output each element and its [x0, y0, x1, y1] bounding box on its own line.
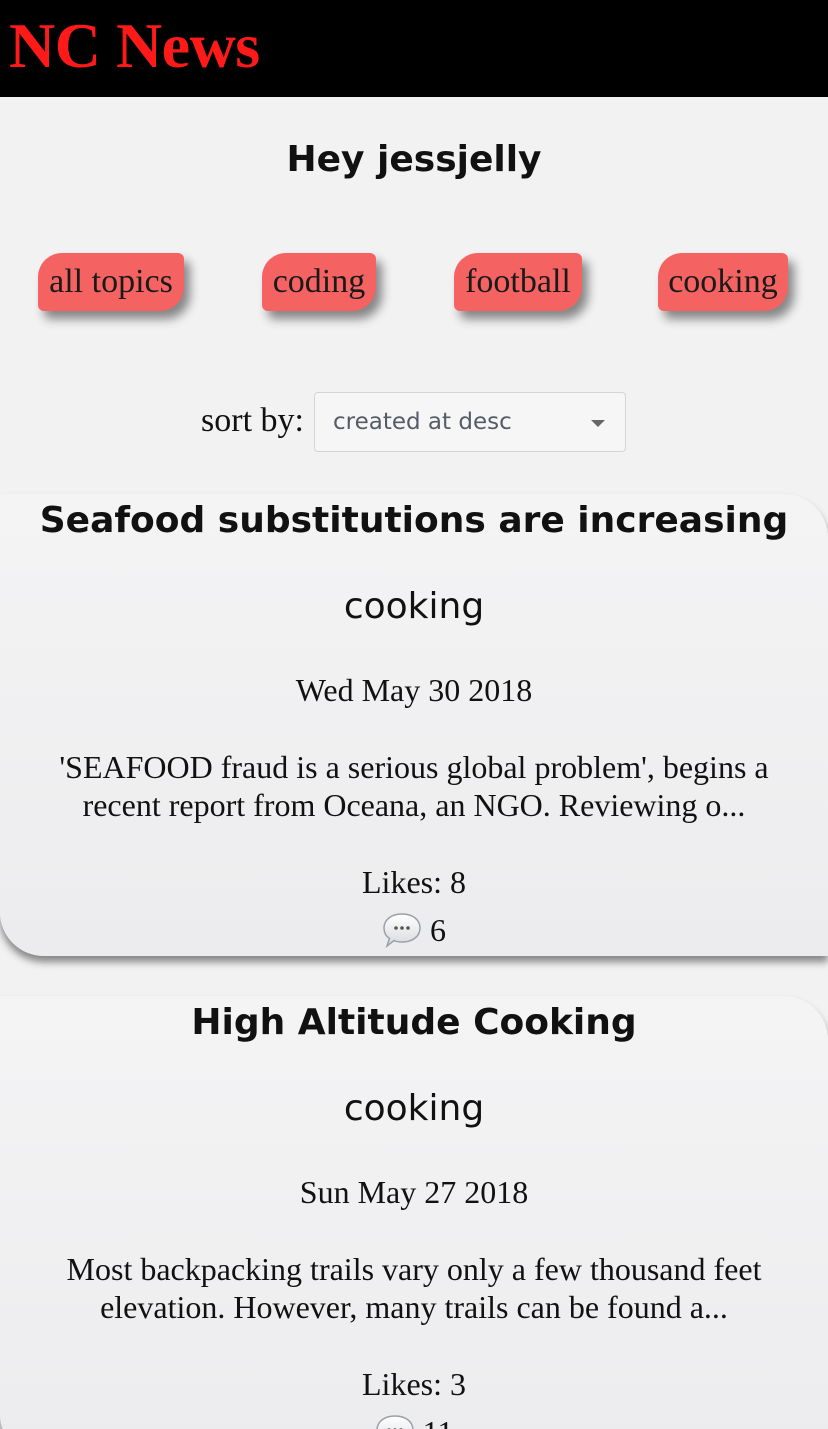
article-comments[interactable]: 11	[0, 1412, 828, 1429]
user-greeting: Hey jessjelly	[286, 139, 542, 180]
topic-all-topics-button[interactable]: all topics	[38, 253, 184, 311]
app-header: NC News	[0, 0, 828, 97]
comment-count: 6	[430, 912, 446, 948]
article-topic: cooking	[343, 586, 485, 627]
article-comments[interactable]: 6	[0, 910, 828, 950]
topic-cooking-button[interactable]: cooking	[658, 253, 788, 311]
article-likes: Likes: 3	[362, 1366, 466, 1402]
comment-count: 11	[423, 1412, 454, 1429]
article-date: Wed May 30 2018	[295, 672, 533, 708]
article-date: Sun May 27 2018	[299, 1174, 529, 1210]
article-card[interactable]: Seafood substitutions are increasing coo…	[0, 494, 828, 956]
sort-selected-value: created at desc	[333, 409, 512, 435]
speech-bubble-icon	[383, 913, 421, 949]
article-card[interactable]: High Altitude Cooking cooking Sun May 27…	[0, 996, 828, 1429]
topic-football-button[interactable]: football	[454, 253, 582, 311]
topic-coding-button[interactable]: coding	[262, 253, 376, 311]
sort-by-label: sort by:	[201, 402, 304, 439]
article-topic: cooking	[343, 1088, 485, 1129]
article-excerpt: 'SEAFOOD fraud is a serious global probl…	[59, 749, 769, 823]
speech-bubble-icon	[375, 1415, 414, 1429]
article-title[interactable]: High Altitude Cooking	[0, 998, 828, 1048]
article-title[interactable]: Seafood substitutions are increasing	[0, 496, 828, 546]
article-likes: Likes: 8	[362, 864, 466, 900]
app-logo[interactable]: NC News	[9, 14, 260, 78]
chevron-down-icon	[591, 420, 605, 427]
sort-select[interactable]: created at desc	[314, 392, 626, 452]
article-excerpt: Most backpacking trails vary only a few …	[66, 1251, 762, 1325]
